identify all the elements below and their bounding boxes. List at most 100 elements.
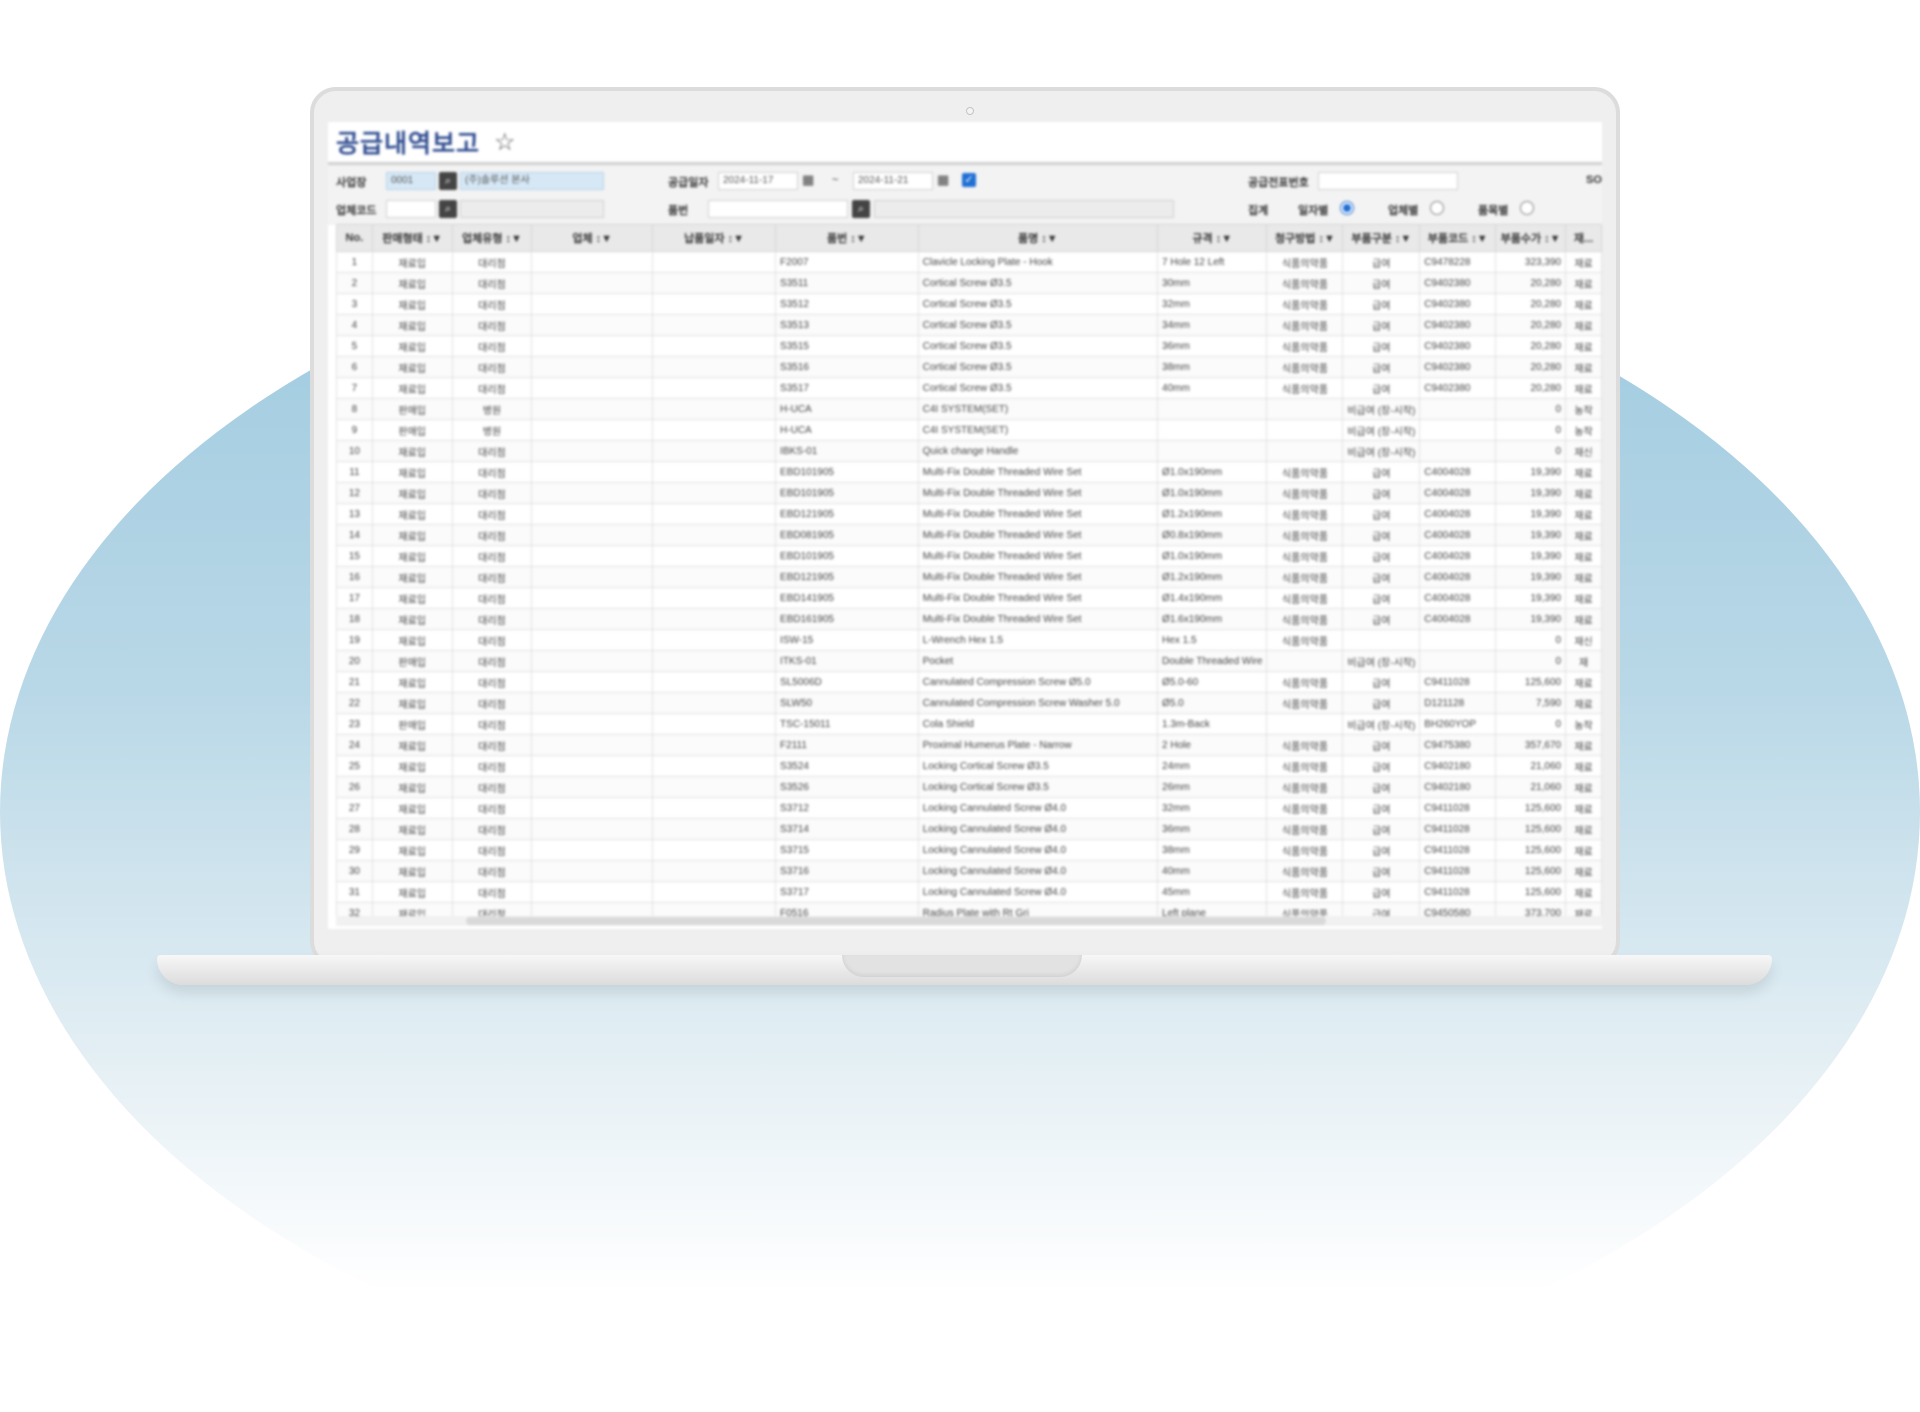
- site-code-input[interactable]: 0001: [386, 172, 436, 190]
- table-cell: 40mm: [1157, 377, 1268, 399]
- table-row[interactable]: 20 판매입 대리점 ITKS-01 Pocket Double Threaded Wir…: [336, 650, 1602, 672]
- table-cell: 12: [336, 482, 373, 504]
- column-header[interactable]: 규격 ↕▼: [1157, 224, 1268, 252]
- table-row[interactable]: 28 재료입 대리점 S3714 Locking Cannulated Screw Ø4…: [336, 818, 1602, 840]
- table-row[interactable]: 15 재료입 대리점 EBD101905 Multi-Fix Double Thread…: [336, 545, 1602, 567]
- radio-day[interactable]: [1340, 201, 1354, 215]
- table-row[interactable]: 4 재료입 대리점 S3513 Cortical Screw Ø3.5 34mm 식품의약품…: [336, 314, 1602, 336]
- date-from-input[interactable]: 2024-11-17: [718, 172, 798, 190]
- table-cell: 농작: [1565, 419, 1602, 441]
- item-search-button[interactable]: ⌕: [852, 200, 870, 218]
- table-cell: [531, 482, 654, 504]
- horizontal-scrollbar[interactable]: [336, 916, 1602, 926]
- vendor-name-field: [460, 200, 604, 218]
- table-cell: [1419, 440, 1497, 462]
- table-cell: [531, 839, 654, 861]
- vendor-code-input[interactable]: [386, 200, 436, 218]
- table-cell: 식품의약품: [1266, 608, 1344, 630]
- table-cell: 재료: [1565, 839, 1602, 861]
- table-cell: 재료: [1565, 734, 1602, 756]
- star-icon[interactable]: ☆: [494, 128, 516, 157]
- table-cell: 323,390: [1495, 251, 1567, 273]
- receipt-input[interactable]: [1318, 172, 1458, 190]
- column-header[interactable]: 판매형태 ↕▼: [371, 224, 453, 252]
- table-cell: [531, 419, 654, 441]
- radio-item[interactable]: [1520, 201, 1534, 215]
- table-cell: TSC-15011: [775, 713, 919, 735]
- table-cell: [531, 398, 654, 420]
- table-row[interactable]: 22 재료입 대리점 SLW50 Cannulated Compression Scre…: [336, 692, 1602, 714]
- item-input[interactable]: [708, 200, 848, 218]
- column-header[interactable]: No.: [336, 224, 373, 252]
- table-cell: Ø5.0-60: [1157, 671, 1268, 693]
- table-row[interactable]: 6 재료입 대리점 S3516 Cortical Screw Ø3.5 38mm 식품의약품…: [336, 356, 1602, 378]
- table-row[interactable]: 27 재료입 대리점 S3712 Locking Cannulated Screw Ø4…: [336, 797, 1602, 819]
- column-header[interactable]: 청구방법 ↕▼: [1266, 224, 1344, 252]
- table-row[interactable]: 31 재료입 대리점 S3717 Locking Cannulated Screw Ø4…: [336, 881, 1602, 903]
- table-cell: 재료입: [371, 545, 453, 567]
- table-cell: 1.3m-Back: [1157, 713, 1268, 735]
- table-row[interactable]: 10 재료입 대리점 IBKS-01 Quick change Handle 비급여 (장…: [336, 440, 1602, 462]
- radio-vendor[interactable]: [1430, 201, 1444, 215]
- table-row[interactable]: 11 재료입 대리점 EBD101905 Multi-Fix Double Thread…: [336, 461, 1602, 483]
- table-row[interactable]: 13 재료입 대리점 EBD121905 Multi-Fix Double Thread…: [336, 503, 1602, 525]
- vendor-search-button[interactable]: ⌕: [439, 200, 457, 218]
- table-row[interactable]: 19 재료입 대리점 ISW-15 L-Wrench Hex 1.5 Hex 1.5 식품의…: [336, 629, 1602, 651]
- table-cell: 재료: [1565, 314, 1602, 336]
- table-cell: Locking Cannulated Screw Ø4.0: [917, 797, 1159, 819]
- table-row[interactable]: 12 재료입 대리점 EBD101905 Multi-Fix Double Thread…: [336, 482, 1602, 504]
- table-cell: [652, 839, 777, 861]
- table-row[interactable]: 1 재료입 대리점 F2007 Clavicle Locking Plate - Hoo…: [336, 251, 1602, 273]
- table-row[interactable]: 17 재료입 대리점 EBD141905 Multi-Fix Double Thread…: [336, 587, 1602, 609]
- calendar-icon[interactable]: ▦: [802, 172, 814, 188]
- column-header[interactable]: 부품구분 ↕▼: [1342, 224, 1421, 252]
- table-cell: [531, 776, 654, 798]
- column-header[interactable]: 부품코드 ↕▼: [1419, 224, 1497, 252]
- table-cell: [1266, 398, 1344, 420]
- table-row[interactable]: 5 재료입 대리점 S3515 Cortical Screw Ø3.5 36mm 식품의약품…: [336, 335, 1602, 357]
- table-cell: 대리점: [451, 839, 533, 861]
- table-row[interactable]: 30 재료입 대리점 S3716 Locking Cannulated Screw Ø4…: [336, 860, 1602, 882]
- table-row[interactable]: 26 재료입 대리점 S3526 Locking Cortical Screw Ø3.5…: [336, 776, 1602, 798]
- table-cell: [1266, 440, 1344, 462]
- column-header[interactable]: 품명 ↕▼: [917, 224, 1159, 252]
- table-cell: 급여: [1342, 608, 1421, 630]
- table-row[interactable]: 32 재료입 대리점 F0516 Radius Plate with Rt Gri Lef…: [336, 902, 1602, 916]
- table-row[interactable]: 24 재료입 대리점 F2111 Proximal Humerus Plate - Na…: [336, 734, 1602, 756]
- column-header[interactable]: 부품수가 ↕▼: [1495, 224, 1567, 252]
- table-row[interactable]: 7 재료입 대리점 S3517 Cortical Screw Ø3.5 40mm 식품의약품…: [336, 377, 1602, 399]
- table-cell: Proximal Humerus Plate - Narrow: [917, 734, 1159, 756]
- column-header[interactable]: 품번 ↕▼: [775, 224, 919, 252]
- table-row[interactable]: 16 재료입 대리점 EBD121905 Multi-Fix Double Thread…: [336, 566, 1602, 588]
- table-row[interactable]: 25 재료입 대리점 S3524 Locking Cortical Screw Ø3.5…: [336, 755, 1602, 777]
- column-header[interactable]: 재...: [1565, 224, 1602, 252]
- table-row[interactable]: 23 판매입 대리점 TSC-15011 Cola Shield 1.3m-Back 비급여…: [336, 713, 1602, 735]
- search-icon: ⌕: [444, 175, 452, 187]
- calendar-icon[interactable]: ▦: [937, 172, 949, 188]
- table-cell: 대리점: [451, 734, 533, 756]
- table-row[interactable]: 21 재료입 대리점 SL5006D Cannulated Compression Sc…: [336, 671, 1602, 693]
- table-row[interactable]: 2 재료입 대리점 S3511 Cortical Screw Ø3.5 30mm 식품의약품…: [336, 272, 1602, 294]
- site-search-button[interactable]: ⌕: [439, 172, 457, 190]
- table-row[interactable]: 29 재료입 대리점 S3715 Locking Cannulated Screw Ø4…: [336, 839, 1602, 861]
- table-row[interactable]: 9 판매입 병원 H-UCA C4I SYSTEM(SET) 비급여 (장-시작) 0 농작: [336, 419, 1602, 441]
- date-checkbox[interactable]: ✓: [962, 173, 976, 187]
- column-header[interactable]: 업체 ↕▼: [531, 224, 654, 252]
- table-cell: 식품의약품: [1266, 671, 1344, 693]
- table-cell: 1: [336, 251, 373, 273]
- table-cell: 급여: [1342, 818, 1421, 840]
- scrollbar-thumb[interactable]: [466, 917, 1326, 925]
- table-cell: 대리점: [451, 314, 533, 336]
- site-label: 사업장: [336, 177, 367, 189]
- column-header[interactable]: 업체유형 ↕▼: [451, 224, 533, 252]
- table-row[interactable]: 3 재료입 대리점 S3512 Cortical Screw Ø3.5 32mm 식품의약품…: [336, 293, 1602, 315]
- table-row[interactable]: 18 재료입 대리점 EBD161905 Multi-Fix Double Thread…: [336, 608, 1602, 630]
- table-cell: 20,280: [1495, 272, 1567, 294]
- table-cell: C9450580: [1419, 902, 1497, 916]
- table-cell: [1419, 650, 1497, 672]
- table-cell: 20,280: [1495, 335, 1567, 357]
- table-row[interactable]: 14 재료입 대리점 EBD081905 Multi-Fix Double Thread…: [336, 524, 1602, 546]
- table-row[interactable]: 8 판매입 병원 H-UCA C4I SYSTEM(SET) 비급여 (장-시작) 0 농작: [336, 398, 1602, 420]
- date-to-input[interactable]: 2024-11-21: [853, 172, 933, 190]
- column-header[interactable]: 납품일자 ↕▼: [652, 224, 777, 252]
